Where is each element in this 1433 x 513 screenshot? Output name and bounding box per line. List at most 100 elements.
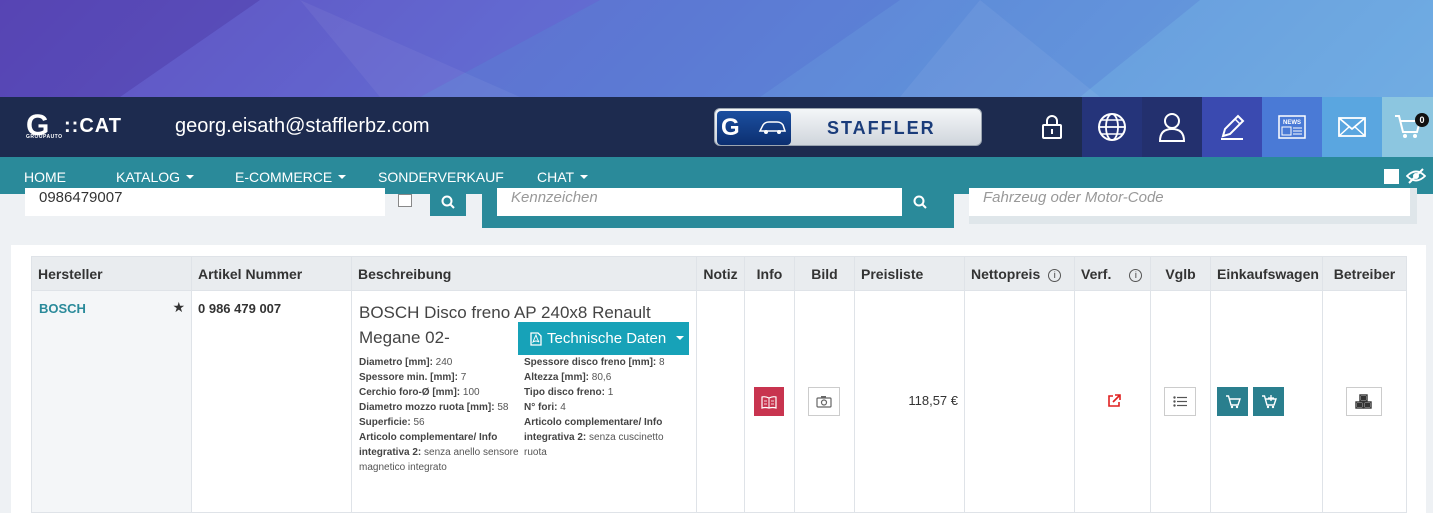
spec-item: Altezza [mm]: 80,6 [524, 372, 612, 383]
nav-home[interactable]: HOME [24, 169, 66, 185]
technische-daten-label: Technische Daten [547, 330, 667, 347]
notiz-cell[interactable] [696, 290, 745, 513]
specs-right: Spessore disco freno [mm]: 8 Altezza [mm… [524, 355, 674, 460]
add-to-cart-button[interactable] [1217, 387, 1248, 416]
col-artikel-nummer[interactable]: Artikel Nummer [191, 256, 352, 291]
vglb-cell [1150, 290, 1211, 513]
nav-chat-label: CHAT [537, 169, 575, 185]
manufacturer-link[interactable]: BOSCH [39, 301, 86, 316]
nettopreis-info-icon[interactable]: i [1048, 268, 1062, 282]
info-book-button[interactable] [754, 387, 784, 416]
news-icon: NEWS [1278, 115, 1306, 139]
search-icon [441, 195, 455, 209]
top-bar: G GROUPAUTO ::CAT georg.eisath@stafflerb… [0, 97, 1433, 157]
lock-button[interactable] [1022, 97, 1082, 157]
mail-icon [1338, 117, 1366, 137]
news-button[interactable]: NEWS [1262, 97, 1322, 157]
language-button[interactable] [1082, 97, 1142, 157]
cart-count-badge: 0 [1415, 113, 1429, 127]
cart-icon [1225, 394, 1241, 408]
col-vglb: Vglb [1150, 256, 1211, 291]
compare-button[interactable] [1164, 387, 1196, 416]
article-number: 0 986 479 007 [198, 301, 282, 316]
spec-item: Tipo disco freno: 1 [524, 387, 614, 398]
spec-item: Superficie: 56 [359, 417, 425, 428]
col-verf[interactable]: Verf. i [1074, 256, 1151, 291]
spec-item: N° fori: 4 [524, 402, 566, 413]
edit-button[interactable] [1202, 97, 1262, 157]
nav-sonderverkauf[interactable]: SONDERVERKAUF [378, 169, 504, 185]
gcat-logo[interactable]: G GROUPAUTO ::CAT [26, 109, 136, 143]
manufacturer-cell: BOSCH ★ [31, 290, 192, 513]
col-beschreibung[interactable]: Beschreibung [351, 256, 697, 291]
cart-button[interactable]: 0 [1382, 97, 1433, 157]
col-betreiber: Betreiber [1322, 256, 1407, 291]
hero-polygons [0, 0, 1433, 97]
col-notiz: Notiz [696, 256, 745, 291]
price-list-value: 118,57 € [908, 393, 958, 408]
image-button[interactable] [808, 387, 840, 416]
einkaufswagen-cell [1210, 290, 1323, 513]
operator-button[interactable] [1346, 387, 1382, 416]
plate-search-button[interactable] [902, 188, 938, 216]
user-icon [1158, 113, 1186, 142]
nav-ecommerce[interactable]: E-COMMERCE [235, 169, 346, 185]
article-search-checkbox[interactable] [398, 194, 412, 207]
results-panel: Hersteller Artikel Nummer Beschreibung N… [11, 245, 1426, 513]
col-nettopreis[interactable]: Nettopreis i [964, 256, 1075, 291]
table-row: BOSCH ★ 0 986 479 007 BOSCH Disco freno … [31, 290, 1407, 513]
spec-item: Cerchio foro-Ø [mm]: 100 [359, 387, 480, 398]
groupauto-g: G [721, 114, 740, 141]
nav-katalog-label: KATALOG [116, 169, 181, 185]
hide-prices-checkbox[interactable] [1384, 169, 1399, 184]
search-icon [913, 195, 927, 209]
nav-chat[interactable]: CHAT [537, 169, 588, 185]
results-table: Hersteller Artikel Nummer Beschreibung N… [31, 256, 1407, 513]
nettopreis-cell [964, 290, 1075, 513]
cart-plus-icon [1261, 394, 1277, 408]
add-to-cart-plus-button[interactable] [1253, 387, 1284, 416]
nav-katalog[interactable]: KATALOG [116, 169, 194, 185]
info-cell [744, 290, 795, 513]
logo-groupauto: GROUPAUTO [26, 134, 63, 140]
technische-daten-label-wrap: Technische Daten [547, 330, 684, 347]
col-preisliste[interactable]: Preisliste [854, 256, 965, 291]
staffler-name: STAFFLER [827, 118, 936, 138]
verf-cell [1074, 290, 1151, 513]
spec-item: Diametro mozzo ruota [mm]: 58 [359, 402, 509, 413]
col-nettopreis-label: Nettopreis [971, 265, 1041, 282]
col-info: Info [744, 256, 795, 291]
spec-item: Spessore min. [mm]: 7 [359, 372, 467, 383]
col-bild: Bild [794, 256, 855, 291]
svg-text:NEWS: NEWS [1283, 120, 1301, 126]
col-einkaufswagen: Einkaufswagen [1210, 256, 1323, 291]
verf-info-icon[interactable]: i [1129, 268, 1143, 282]
spec-item: Diametro [mm]: 240 [359, 357, 453, 368]
nav-ecommerce-label: E-COMMERCE [235, 169, 333, 185]
spec-item: Articolo complementare/ Info integrativa… [359, 432, 519, 473]
article-search-value: 0986479007 [39, 189, 123, 206]
vehicle-search-input[interactable]: Fahrzeug oder Motor-Code [969, 188, 1410, 216]
cubes-icon [1355, 394, 1372, 409]
spec-item: Articolo complementare/ Info integrativa… [524, 417, 664, 458]
star-icon[interactable]: ★ [172, 299, 185, 316]
list-icon [1173, 396, 1187, 407]
spec-item: Spessore disco freno [mm]: 8 [524, 357, 665, 368]
mail-button[interactable] [1322, 97, 1382, 157]
eye-slash-icon[interactable] [1406, 168, 1426, 184]
article-search-input[interactable]: 0986479007 [25, 188, 385, 216]
search-strip: 0986479007 Kennzeichen Fahrzeug oder Mot… [0, 188, 1433, 234]
preisliste-cell: 118,57 € [854, 290, 965, 513]
hero-banner [0, 0, 1433, 97]
col-hersteller[interactable]: Hersteller [31, 256, 192, 291]
technische-daten-button[interactable]: Technische Daten [518, 322, 689, 355]
article-number-cell: 0 986 479 007 [191, 290, 352, 513]
external-link-icon[interactable] [1107, 394, 1121, 408]
user-button[interactable] [1142, 97, 1202, 157]
pdf-file-icon [530, 331, 542, 346]
betreiber-cell [1322, 290, 1407, 513]
article-search-button[interactable] [430, 188, 466, 216]
logo-cat: ::CAT [64, 115, 122, 137]
plate-search-input[interactable]: Kennzeichen [497, 188, 902, 216]
bild-cell [794, 290, 855, 513]
